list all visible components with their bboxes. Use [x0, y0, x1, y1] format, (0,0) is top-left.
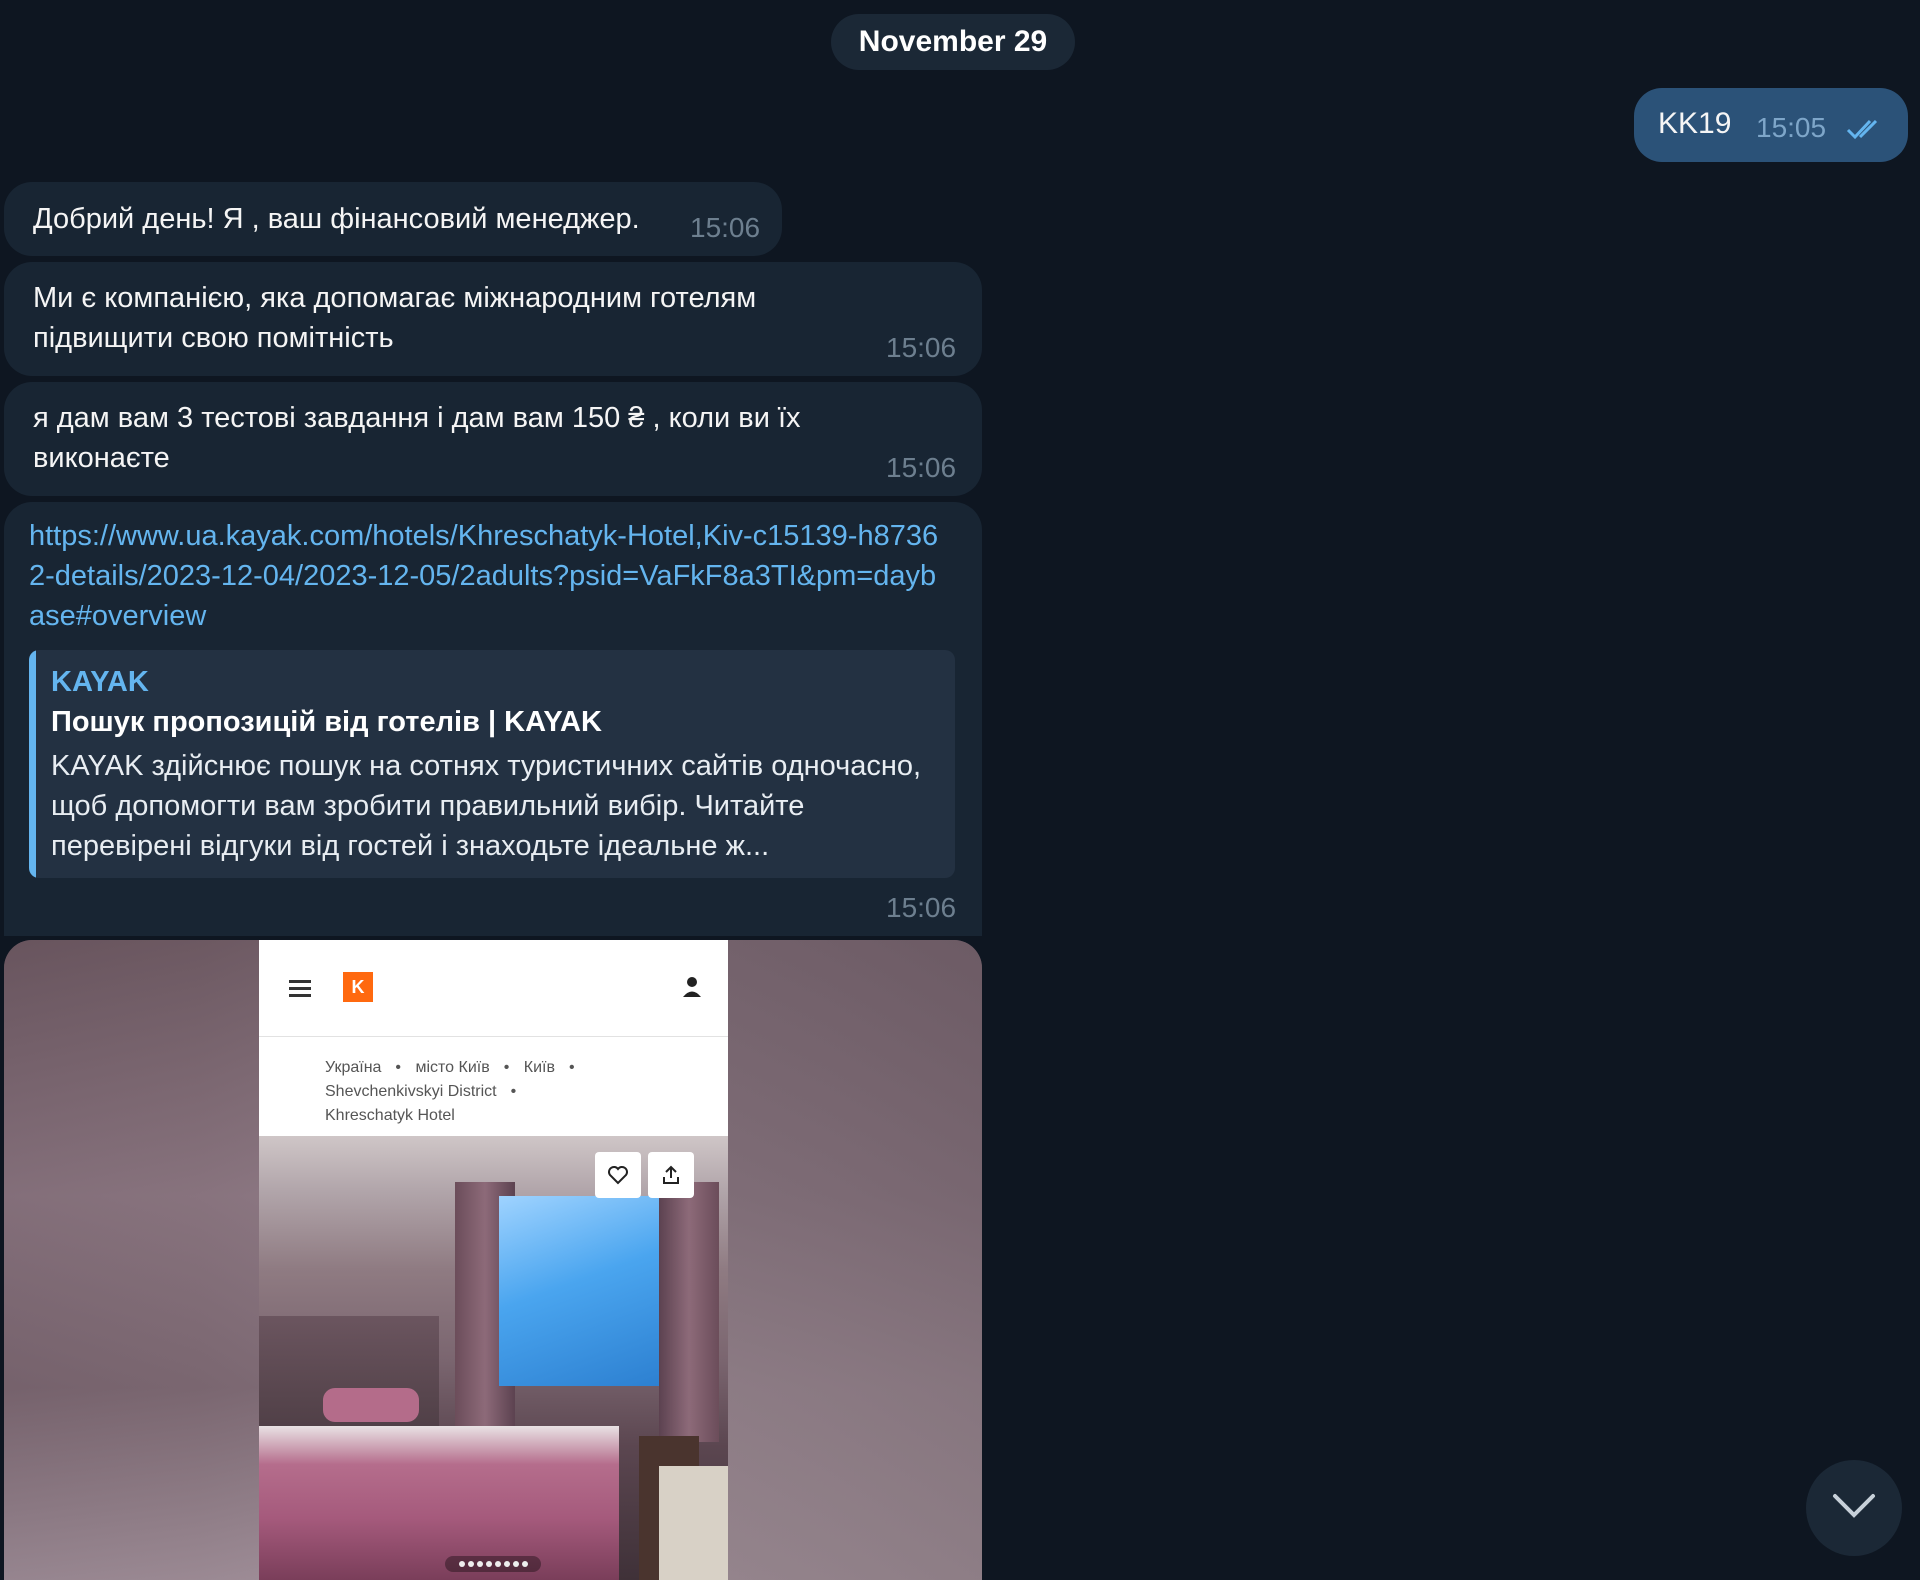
- carousel-dots: [445, 1556, 541, 1572]
- chevron-down-icon: [1832, 1493, 1876, 1524]
- incoming-message[interactable]: Ми є компанією, яка допомагає міжнародни…: [4, 262, 982, 376]
- preview-title: Пошук пропозицій від готелів | KAYAK: [51, 706, 602, 738]
- kayak-screenshot: K Україна • місто Київ • Київ • Shevchenkiv…: [259, 940, 728, 1580]
- blurred-background-left: [4, 940, 259, 1580]
- date-separator: November 29: [831, 14, 1075, 70]
- outgoing-message[interactable]: KK19 15:05: [1634, 88, 1908, 162]
- message-time: 15:06: [886, 892, 957, 923]
- breadcrumb-item: місто Київ: [415, 1059, 490, 1076]
- hotel-room-photo: [259, 1136, 728, 1580]
- incoming-message[interactable]: Добрий день! Я , ваш фінансовий менеджер…: [4, 182, 782, 256]
- kayak-header: K: [259, 940, 728, 1037]
- breadcrumb: Україна • місто Київ • Київ • Shevchenkivsk…: [325, 1059, 575, 1124]
- bed: [259, 1426, 619, 1580]
- heart-icon: [595, 1152, 641, 1198]
- scroll-down-button[interactable]: [1806, 1460, 1902, 1556]
- desk: [659, 1466, 728, 1580]
- blurred-background-right: [727, 940, 982, 1580]
- photo-message[interactable]: K Україна • місто Київ • Київ • Shevchenkiv…: [4, 940, 982, 1580]
- preview-site-name: KAYAK: [51, 666, 149, 698]
- preview-accent-bar: [29, 650, 36, 878]
- message-text: Ми є компанією, яка допомагає міжнародни…: [33, 282, 757, 354]
- pillow: [323, 1388, 419, 1422]
- kayak-logo: K: [343, 972, 373, 1002]
- curtain: [659, 1182, 719, 1442]
- share-icon: [648, 1152, 694, 1198]
- message-text: Добрий день! Я , ваш фінансовий менеджер…: [33, 203, 640, 235]
- user-icon: [682, 976, 702, 998]
- incoming-message[interactable]: я дам вам 3 тестові завдання і дам вам 1…: [4, 382, 982, 496]
- link-preview[interactable]: KAYAK Пошук пропозицій від готелів | KAY…: [29, 650, 955, 878]
- breadcrumb-item: Київ: [523, 1059, 555, 1076]
- message-time: 15:05: [1756, 112, 1827, 143]
- window: [499, 1196, 669, 1386]
- message-time: 15:06: [886, 452, 957, 483]
- message-text: KK19: [1658, 107, 1732, 140]
- message-time: 15:06: [690, 212, 761, 243]
- message-link[interactable]: https://www.ua.kayak.com/hotels/Khrescha…: [29, 516, 949, 636]
- menu-icon: [289, 980, 311, 1001]
- breadcrumb-item: Shevchenkivskyi District: [325, 1083, 497, 1100]
- breadcrumb-item: Khreschatyk Hotel: [325, 1107, 455, 1124]
- message-text: я дам вам 3 тестові завдання і дам вам 1…: [33, 402, 801, 474]
- message-time: 15:06: [886, 332, 957, 363]
- double-check-icon: [1846, 118, 1888, 145]
- breadcrumb-item: Україна: [325, 1059, 382, 1076]
- preview-description: KAYAK здійснює пошук на сотнях туристичн…: [51, 750, 922, 862]
